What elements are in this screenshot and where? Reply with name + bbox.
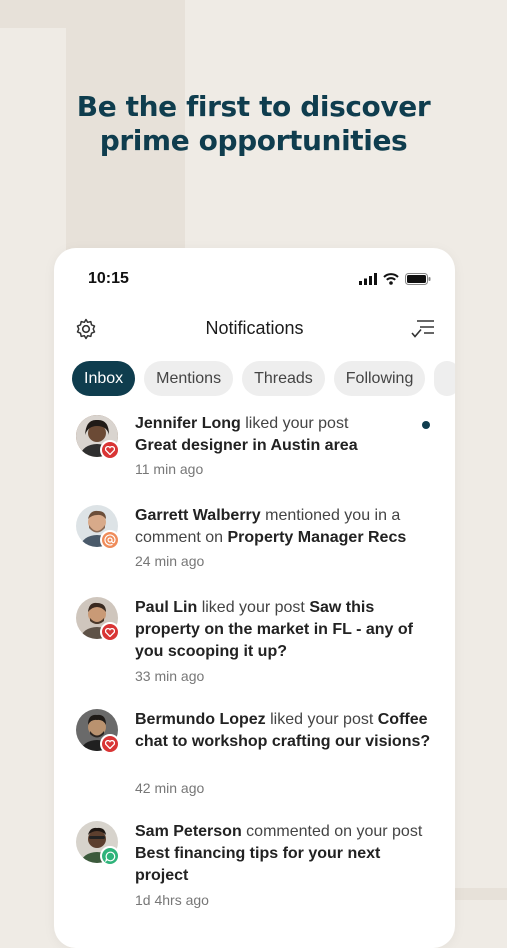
notification-text: Paul Lin liked your post Saw this proper… <box>135 597 435 663</box>
post-title: Best financing tips for your next projec… <box>135 845 381 884</box>
status-time: 10:15 <box>88 270 129 287</box>
notification-time: 24 min ago <box>135 553 205 569</box>
actor-name: Paul Lin <box>135 599 198 616</box>
headline-line-1: Be the first to discover <box>76 90 431 123</box>
filter-tabs: Inbox Mentions Threads Following <box>72 361 455 396</box>
phone-screen: 10:15 Notifications Inbox Mentions Threa… <box>54 248 455 948</box>
notification-time: 1d 4hrs ago <box>135 892 209 908</box>
notification-text: Sam Peterson commented on your post Best… <box>135 821 435 887</box>
notification-time: 42 min ago <box>135 780 205 796</box>
background-shape-corner <box>455 888 507 900</box>
status-icons <box>359 273 431 285</box>
page-title: Notifications <box>205 318 304 338</box>
battery-icon <box>405 273 431 285</box>
notification-action: commented on your post <box>246 823 423 840</box>
mark-all-read-icon[interactable] <box>411 318 435 340</box>
notification-text: Bermundo Lopez liked your post Coffee ch… <box>135 709 435 753</box>
notification-time: 11 min ago <box>135 461 204 477</box>
promo-headline: Be the first to discover prime opportuni… <box>0 90 507 158</box>
heart-icon <box>100 440 120 460</box>
wifi-icon <box>383 273 399 285</box>
notification-item[interactable]: Paul Lin liked your post Saw this proper… <box>54 596 455 696</box>
notification-time: 33 min ago <box>135 668 205 684</box>
notification-action: liked your post <box>201 599 305 616</box>
notification-item[interactable]: Sam Peterson commented on your post Best… <box>54 820 455 920</box>
heart-icon <box>100 734 120 754</box>
comment-icon <box>100 846 120 866</box>
actor-name: Jennifer Long <box>135 415 241 432</box>
headline-line-2: prime opportunities <box>99 124 408 157</box>
at-sign-icon <box>100 530 120 550</box>
notification-action: liked your post <box>270 711 374 728</box>
notification-item[interactable]: Jennifer Long liked your post Great desi… <box>54 412 455 492</box>
tab-following[interactable]: Following <box>333 361 426 396</box>
notification-text: Jennifer Long liked your post Great desi… <box>135 413 435 457</box>
notification-item[interactable]: Garrett Walberry mentioned you in a comm… <box>54 504 455 584</box>
unread-dot <box>422 421 430 429</box>
actor-name: Bermundo Lopez <box>135 711 266 728</box>
heart-icon <box>100 622 120 642</box>
tab-overflow[interactable] <box>434 361 455 396</box>
notification-item[interactable]: Bermundo Lopez liked your post Coffee ch… <box>54 708 455 808</box>
actor-name: Sam Peterson <box>135 823 242 840</box>
tab-threads[interactable]: Threads <box>242 361 325 396</box>
nav-bar: Notifications <box>54 314 455 344</box>
tab-inbox[interactable]: Inbox <box>72 361 136 396</box>
post-title: Great designer in Austin area <box>135 437 358 454</box>
notification-action: liked your post <box>245 415 349 432</box>
actor-name: Garrett Walberry <box>135 507 261 524</box>
cellular-signal-icon <box>359 273 377 285</box>
tab-mentions[interactable]: Mentions <box>144 361 234 396</box>
notification-text: Garrett Walberry mentioned you in a comm… <box>135 505 435 549</box>
post-title: Property Manager Recs <box>227 529 407 546</box>
